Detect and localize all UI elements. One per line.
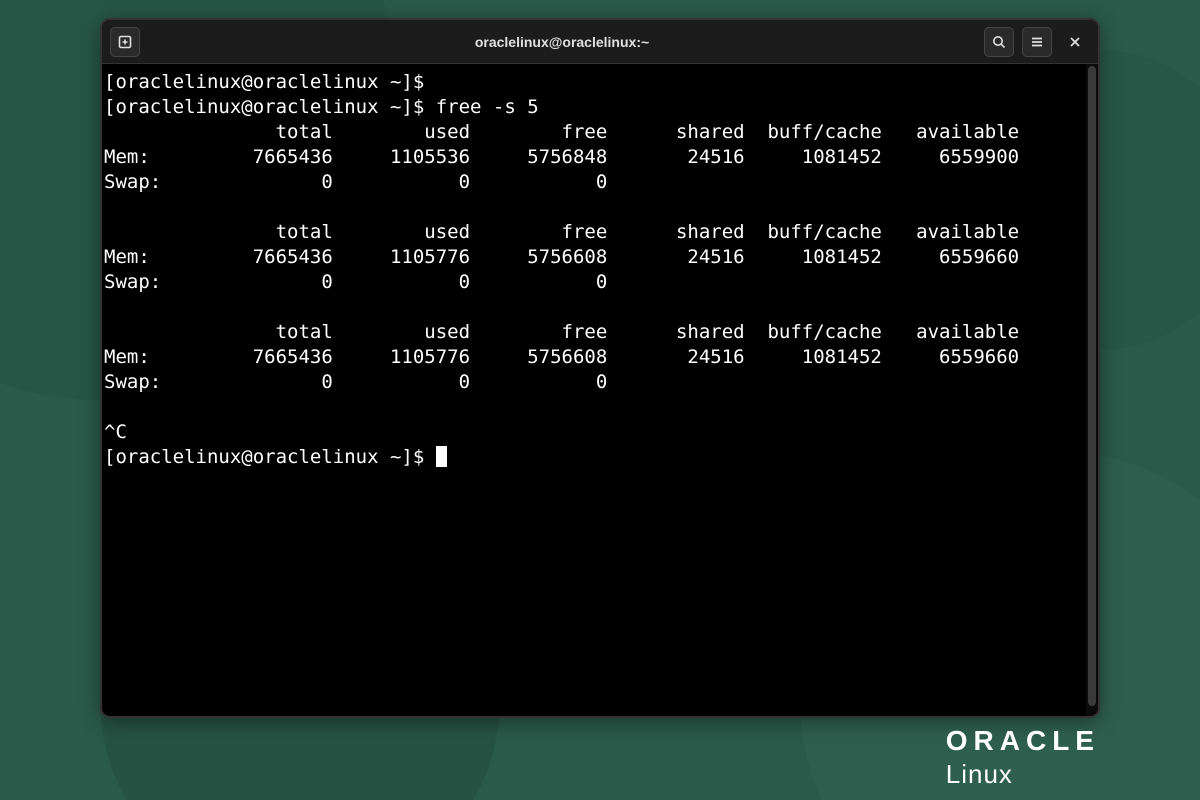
close-button[interactable] — [1060, 27, 1090, 57]
window-title: oraclelinux@oraclelinux:~ — [148, 34, 976, 50]
terminal-line: [oraclelinux@oraclelinux ~]$ — [104, 446, 436, 468]
cursor — [436, 446, 447, 467]
hamburger-icon — [1029, 34, 1045, 50]
new-tab-icon — [117, 34, 133, 50]
terminal-line: total used free shared buff/cache availa… — [104, 321, 1019, 343]
terminal-window: oraclelinux@oraclelinux:~ [oraclelinux@o… — [100, 18, 1100, 718]
desktop-brand: ORACLE Linux — [946, 725, 1100, 790]
terminal-line: total used free shared buff/cache availa… — [104, 221, 1019, 243]
close-icon — [1067, 34, 1083, 50]
terminal-line: Swap: 0 0 0 — [104, 271, 607, 293]
brand-oracle-text: ORACLE — [946, 725, 1100, 757]
terminal-line: Swap: 0 0 0 — [104, 171, 607, 193]
titlebar: oraclelinux@oraclelinux:~ — [102, 20, 1098, 64]
brand-oracle: ORACLE — [946, 725, 1100, 757]
scrollbar-track[interactable] — [1086, 64, 1098, 716]
terminal-line: [oraclelinux@oraclelinux ~]$ free -s 5 — [104, 96, 539, 118]
terminal-body: [oraclelinux@oraclelinux ~]$ [oraclelinu… — [102, 64, 1098, 716]
new-tab-button[interactable] — [110, 27, 140, 57]
search-icon — [991, 34, 1007, 50]
terminal-content[interactable]: [oraclelinux@oraclelinux ~]$ [oraclelinu… — [102, 64, 1086, 716]
terminal-line: Mem: 7665436 1105776 5756608 24516 10814… — [104, 346, 1019, 368]
terminal-line: total used free shared buff/cache availa… — [104, 121, 1019, 143]
terminal-line: Mem: 7665436 1105536 5756848 24516 10814… — [104, 146, 1019, 168]
terminal-line: [oraclelinux@oraclelinux ~]$ — [104, 71, 436, 93]
brand-linux: Linux — [946, 759, 1100, 790]
search-button[interactable] — [984, 27, 1014, 57]
terminal-line: Swap: 0 0 0 — [104, 371, 607, 393]
terminal-line: Mem: 7665436 1105776 5756608 24516 10814… — [104, 246, 1019, 268]
terminal-line: ^C — [104, 421, 127, 443]
menu-button[interactable] — [1022, 27, 1052, 57]
scrollbar-thumb[interactable] — [1088, 66, 1096, 706]
